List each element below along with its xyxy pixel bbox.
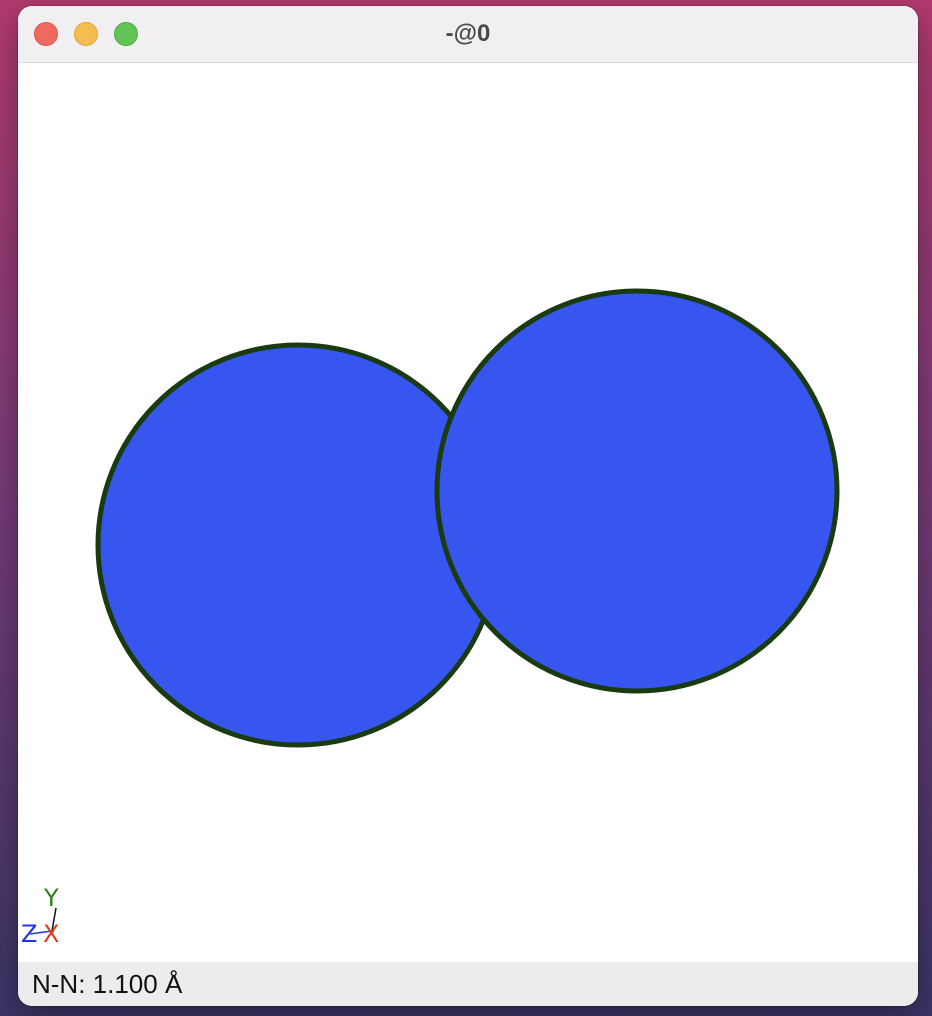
title-bar[interactable]: -@0 (18, 6, 918, 63)
bond-length-readout: N-N: 1.100 Å (32, 969, 183, 999)
axis-x-label: X (43, 920, 59, 948)
atom-n-1[interactable] (95, 342, 501, 748)
axis-y-label: Y (43, 884, 59, 912)
axis-z-label: Z (21, 920, 37, 948)
axes-indicator: Y Z X (21, 884, 59, 948)
app-window: -@0 Y Z X N-N: 1.100 Å (18, 6, 918, 1006)
atom-n-2[interactable] (434, 288, 840, 694)
window-title: -@0 (445, 20, 491, 47)
molecule-viewport[interactable]: Y Z X (18, 63, 918, 962)
status-bar: N-N: 1.100 Å (18, 962, 918, 1006)
molecule-svg[interactable]: Y Z X (18, 63, 918, 962)
